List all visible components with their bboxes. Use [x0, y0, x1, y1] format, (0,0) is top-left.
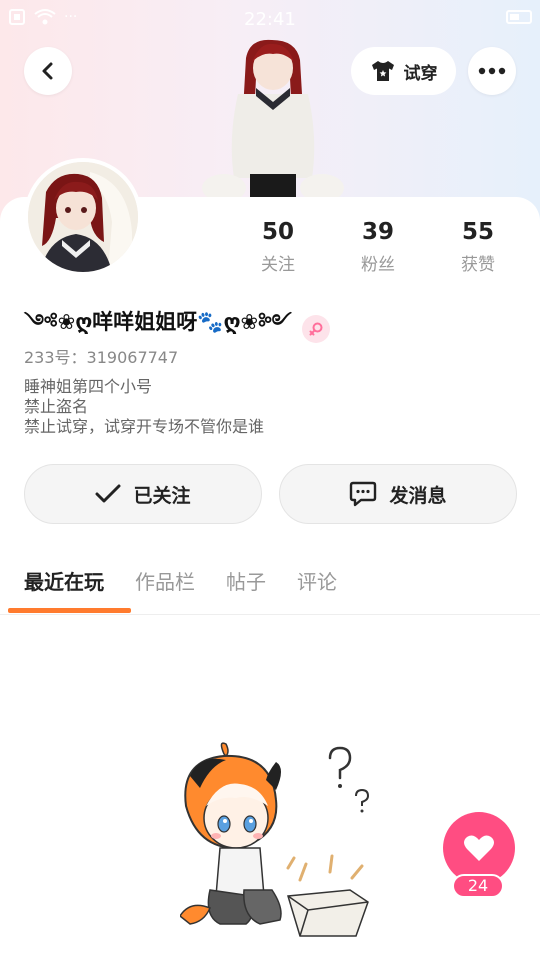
- tab-posts[interactable]: 帖子: [226, 566, 266, 595]
- message-button[interactable]: 发消息: [279, 464, 517, 524]
- heart-icon: [464, 835, 494, 861]
- stat-following[interactable]: 50 关注: [228, 218, 328, 275]
- followed-label: 已关注: [133, 484, 191, 507]
- bio-line: 禁止试穿，试穿开专场不管你是谁: [24, 417, 265, 436]
- stat-label: 粉丝: [361, 255, 395, 275]
- back-button[interactable]: [24, 47, 72, 95]
- avatar-image: [28, 162, 138, 272]
- avatar[interactable]: [24, 158, 142, 276]
- tab-recently-played[interactable]: 最近在玩: [24, 566, 104, 595]
- profile-tabs: 最近在玩 作品栏 帖子 评论: [24, 566, 368, 595]
- message-label: 发消息: [389, 484, 447, 507]
- stat-value: 39: [361, 219, 394, 245]
- checkmark-icon: [95, 484, 121, 503]
- tab-comments[interactable]: 评论: [297, 566, 337, 595]
- stat-followers[interactable]: 39 粉丝: [328, 218, 428, 275]
- user-id: 233号：319067747: [24, 348, 179, 367]
- bio-line: 睡神姐第四个小号: [24, 377, 153, 396]
- tshirt-icon: [371, 61, 394, 81]
- empty-state-illustration: [180, 742, 370, 937]
- active-tab-indicator: [8, 608, 131, 613]
- status-bar: ··· 22:41: [0, 0, 540, 38]
- clock: 22:41: [244, 9, 296, 30]
- stat-label: 获赞: [461, 255, 495, 275]
- followed-button[interactable]: 已关注: [24, 464, 262, 524]
- character-figure: [202, 39, 344, 198]
- tab-works[interactable]: 作品栏: [135, 566, 195, 595]
- stat-value: 50: [261, 219, 294, 245]
- chat-bubble-icon: [350, 481, 377, 507]
- tryon-label: 试穿: [403, 63, 438, 84]
- back-arrow-icon: [42, 62, 53, 80]
- wifi-icon: [34, 9, 56, 25]
- stats-row: 50 关注 39 粉丝 55 获赞: [228, 218, 528, 275]
- female-icon: [301, 314, 330, 343]
- more-dots-icon: [478, 67, 506, 75]
- bio: 睡神姐第四个小号 禁止盗名 禁止试穿，试穿开专场不管你是谁: [24, 377, 264, 437]
- stat-label: 关注: [261, 255, 295, 275]
- stat-value: 55: [461, 219, 494, 245]
- tabs-divider: [0, 614, 540, 615]
- bio-line: 禁止盗名: [24, 397, 89, 416]
- like-count: 24: [452, 874, 504, 898]
- status-dots: ···: [64, 9, 78, 25]
- more-button[interactable]: [468, 47, 516, 95]
- stat-likes[interactable]: 55 获赞: [428, 218, 528, 275]
- notification-icon: [9, 9, 25, 25]
- tryon-button[interactable]: 试穿: [351, 47, 456, 95]
- battery-icon: [506, 10, 532, 24]
